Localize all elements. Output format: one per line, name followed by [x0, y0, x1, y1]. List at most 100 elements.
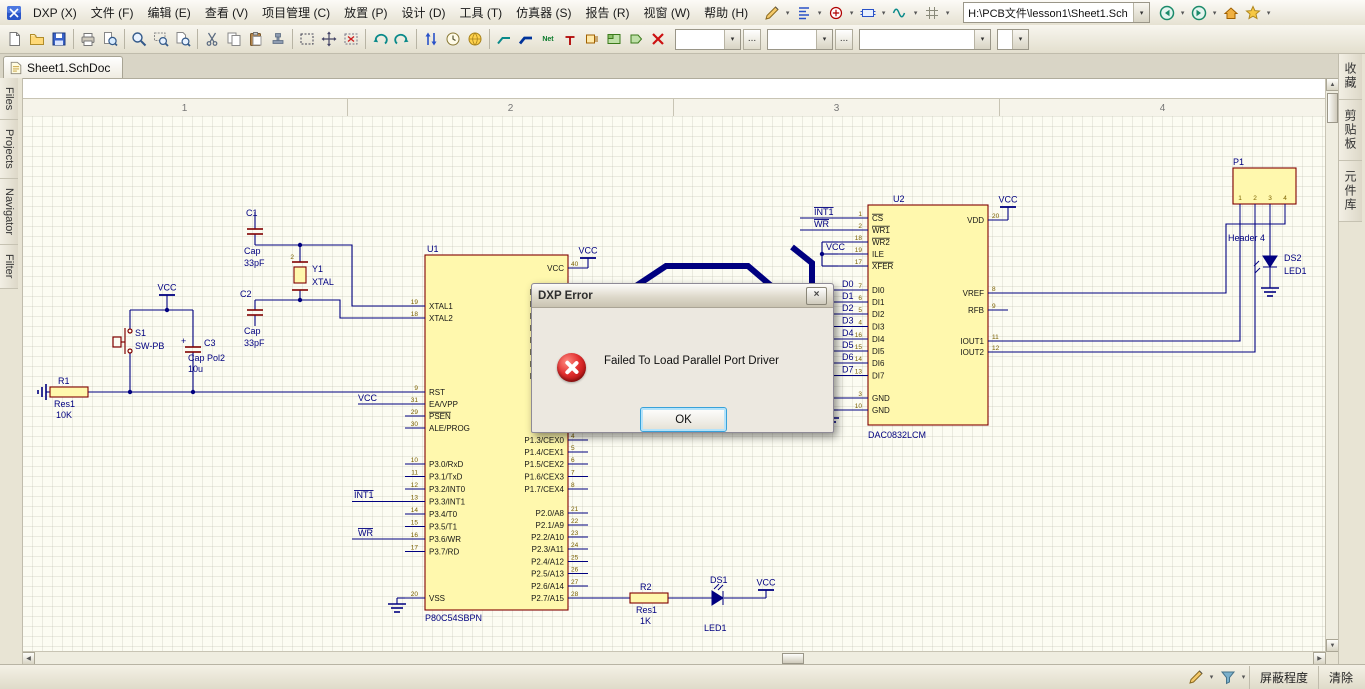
vertical-scrollbar[interactable]: ▲ ▼ — [1325, 78, 1339, 652]
zoom-selection-icon[interactable] — [172, 28, 194, 50]
open-document-icon[interactable] — [26, 28, 48, 50]
drawing-tools-icon[interactable] — [761, 2, 783, 24]
annotate-icon[interactable] — [1185, 666, 1207, 688]
toolbar-more-button-1[interactable]: ... — [743, 29, 761, 50]
dialog-close-button[interactable]: × — [806, 287, 827, 305]
menu-item-11[interactable]: 帮助 (H) — [697, 1, 755, 24]
tab-sheet1-schdoc[interactable]: Sheet1.SchDoc — [3, 56, 123, 78]
right-panel-tab-0[interactable]: 收藏 — [1339, 53, 1362, 100]
u1-pin-name: PSEN — [429, 412, 451, 421]
home-button[interactable] — [1220, 2, 1242, 24]
menu-item-3[interactable]: 查看 (V) — [198, 1, 255, 24]
grid-icon[interactable] — [921, 2, 943, 24]
favorites-button[interactable] — [1242, 2, 1264, 24]
toolbar-more-button-2[interactable]: ... — [835, 29, 853, 50]
undo-icon[interactable] — [369, 28, 391, 50]
toolbar-combo-4-dropdown[interactable]: ▾ — [1012, 30, 1028, 49]
power-sources-icon[interactable] — [825, 2, 847, 24]
alignment-tools-icon-dropdown[interactable]: ▾ — [815, 9, 824, 17]
net-label-d0: D0 — [842, 279, 854, 289]
annotate-dropdown[interactable]: ▾ — [1207, 673, 1216, 681]
select-area-icon[interactable] — [296, 28, 318, 50]
filter-dropdown[interactable]: ▾ — [1239, 673, 1248, 681]
ok-button[interactable]: OK — [640, 407, 727, 432]
toolbar-combo-3[interactable]: ▾ — [859, 29, 991, 50]
favorites-button-dropdown[interactable]: ▾ — [1264, 9, 1273, 17]
menu-item-0[interactable]: DXP (X) — [26, 3, 84, 23]
document-path-combo[interactable]: H:\PCB文件\lesson1\Sheet1.Sch ▾ — [963, 2, 1150, 23]
alignment-tools-icon[interactable] — [793, 2, 815, 24]
u1-pin-number: 28 — [571, 591, 579, 598]
menu-item-5[interactable]: 放置 (P) — [337, 1, 394, 24]
back-button-dropdown[interactable]: ▾ — [1178, 9, 1187, 17]
toolbar-separator — [73, 29, 74, 49]
toolbar-combo-2-dropdown[interactable]: ▾ — [816, 30, 832, 49]
menu-item-10[interactable]: 视窗 (W) — [637, 1, 698, 24]
filter-icon-button[interactable] — [1217, 666, 1239, 688]
menu-item-6[interactable]: 设计 (D) — [395, 1, 453, 24]
document-path-dropdown[interactable]: ▾ — [1133, 3, 1149, 22]
toolbar-combo-1-dropdown[interactable]: ▾ — [724, 30, 740, 49]
mask-level-button[interactable]: 屏蔽程度 — [1249, 666, 1318, 689]
help-icon[interactable] — [464, 28, 486, 50]
simulation-sources-icon[interactable] — [889, 2, 911, 24]
wire-tool-icon[interactable] — [493, 28, 515, 50]
menu-item-8[interactable]: 仿真器 (S) — [509, 1, 578, 24]
net-label-icon[interactable]: Net — [537, 28, 559, 50]
grid-icon-dropdown[interactable]: ▾ — [943, 9, 952, 17]
net-label-d4: D4 — [842, 328, 854, 338]
menu-item-9[interactable]: 报告 (R) — [579, 1, 637, 24]
sheet-symbol-icon[interactable] — [603, 28, 625, 50]
panel-tab-filter[interactable]: Filter — [0, 245, 18, 288]
panel-tab-navigator[interactable]: Navigator — [0, 179, 18, 245]
back-button[interactable] — [1156, 2, 1178, 24]
power-sources-icon-dropdown[interactable]: ▾ — [847, 9, 856, 17]
vertical-scroll-thumb[interactable] — [1327, 93, 1338, 123]
toolbar-combo-4[interactable]: ▾ — [997, 29, 1029, 50]
redo-icon[interactable] — [391, 28, 413, 50]
clock-icon[interactable] — [442, 28, 464, 50]
menu-item-2[interactable]: 编辑 (E) — [140, 1, 197, 24]
rubber-stamp-icon[interactable] — [267, 28, 289, 50]
place-part-icon[interactable] — [581, 28, 603, 50]
right-panel-tab-2[interactable]: 元件库 — [1339, 161, 1362, 222]
no-erc-icon[interactable] — [647, 28, 669, 50]
simulation-sources-icon-dropdown[interactable]: ▾ — [911, 9, 920, 17]
toolbar-combo-2[interactable]: ▾ — [767, 29, 833, 50]
browse-library-icon[interactable] — [420, 28, 442, 50]
digital-devices-icon-dropdown[interactable]: ▾ — [879, 9, 888, 17]
cut-icon[interactable] — [201, 28, 223, 50]
paste-icon[interactable] — [245, 28, 267, 50]
new-document-icon[interactable] — [4, 28, 26, 50]
menu-item-1[interactable]: 文件 (F) — [84, 1, 141, 24]
move-selection-icon[interactable] — [318, 28, 340, 50]
bus-tool-icon[interactable] — [515, 28, 537, 50]
zoom-fit-icon[interactable] — [128, 28, 150, 50]
net-label-d5: D5 — [842, 340, 854, 350]
horizontal-scroll-thumb[interactable] — [782, 653, 804, 664]
horizontal-scrollbar[interactable]: ◀ ▶ — [22, 651, 1326, 665]
right-panel-tab-1[interactable]: 剪贴板 — [1339, 100, 1362, 161]
menu-item-7[interactable]: 工具 (T) — [453, 1, 510, 24]
menu-item-4[interactable]: 项目管理 (C) — [255, 1, 337, 24]
copy-icon[interactable] — [223, 28, 245, 50]
label-c3-plus: + — [181, 336, 186, 346]
forward-button-dropdown[interactable]: ▾ — [1210, 9, 1219, 17]
sheet-entry-icon[interactable] — [625, 28, 647, 50]
print-icon[interactable] — [77, 28, 99, 50]
toolbar-combo-3-dropdown[interactable]: ▾ — [974, 30, 990, 49]
drawing-tools-icon-dropdown[interactable]: ▾ — [783, 9, 792, 17]
print-preview-icon[interactable] — [99, 28, 121, 50]
power-port-icon[interactable] — [559, 28, 581, 50]
digital-devices-icon[interactable] — [857, 2, 879, 24]
panel-tab-projects[interactable]: Projects — [0, 120, 18, 179]
deselect-icon[interactable] — [340, 28, 362, 50]
u1-pin-name: P2.1/A9 — [536, 521, 565, 530]
toolbar-combo-1[interactable]: ▾ — [675, 29, 741, 50]
forward-button[interactable] — [1188, 2, 1210, 24]
zoom-area-icon[interactable] — [150, 28, 172, 50]
dialog-titlebar[interactable]: DXP Error × — [532, 284, 833, 308]
clear-button[interactable]: 清除 — [1318, 666, 1363, 689]
save-icon[interactable] — [48, 28, 70, 50]
panel-tab-files[interactable]: Files — [0, 78, 18, 120]
